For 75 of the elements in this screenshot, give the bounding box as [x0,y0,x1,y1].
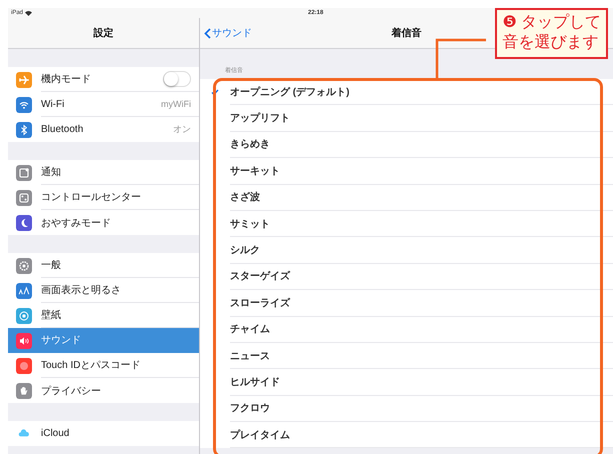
airplane-icon [16,72,32,88]
settings-item[interactable]: 機内モード [8,67,199,92]
ringtone-name: プレイタイム [230,428,290,442]
ringtone-item[interactable]: スローライズ [200,290,613,317]
wifi-icon [16,96,32,112]
ringtone-item[interactable]: アップリフト [200,105,613,132]
nav-title: 着信音 [392,26,422,40]
ringtone-item[interactable]: サミット [200,210,613,238]
ringtone-name: スローライズ [230,296,290,310]
settings-label: 壁紙 [41,308,62,322]
moon-icon [16,214,32,230]
nav-title: 設定 [94,26,114,40]
settings-label: Bluetooth [41,124,84,135]
fingerprint-icon [16,358,32,374]
callout-text: 音を選びます [502,33,600,53]
settings-item[interactable]: プライバシー [8,378,199,403]
ringtone-item[interactable]: さざ波 [200,184,613,211]
text-size-icon [16,282,32,298]
settings-label: 通知 [41,166,62,179]
ringtone-name: サーキット [230,164,280,178]
toggle-switch[interactable] [163,71,191,87]
ringtone-item[interactable]: ニュース [200,342,613,370]
settings-label: おやすみモード [41,216,112,230]
ringtone-name: スターゲイズ [230,270,290,284]
ringtone-name: オープニング (デフォルト) [230,85,350,99]
ringtone-item[interactable]: チャイム [200,316,613,343]
wifi-icon [25,10,32,16]
settings-label: 機内モード [41,72,92,86]
ringtone-item[interactable]: オープニング (デフォルト) [200,79,613,106]
settings-label: プライバシー [41,384,102,398]
settings-label: コントロールセンター [41,191,142,204]
notification-icon [16,164,32,180]
settings-item[interactable]: 画面表示と明るさ [8,278,199,303]
ringtone-name: きらめき [230,138,270,152]
settings-label: Wi-Fi [41,98,66,110]
settings-label: 画面表示と明るさ [41,284,122,297]
speaker-icon [16,332,32,348]
ringtone-item[interactable]: サーキット [200,158,613,185]
settings-item[interactable]: 通知 [8,160,199,185]
ringtone-name: フクロウ [230,402,270,416]
settings-label: 一般 [41,259,62,272]
ringtone-item[interactable]: ヒルサイド [200,369,613,396]
settings-label: iCloud [41,428,70,439]
ringtone-name: サミット [230,218,270,231]
setting-value: myWiFi [161,99,191,109]
chevron-icon [204,28,211,38]
settings-item[interactable]: Bluetooth オン [8,117,199,142]
settings-label: Touch IDとパスコード [41,359,142,372]
settings-item[interactable]: iCloud [8,421,199,446]
bluetooth-icon [16,122,32,138]
ringtone-name: チャイム [230,323,270,336]
settings-label: サウンド [41,334,82,347]
ringtone-item[interactable]: フクロウ [200,396,613,422]
ringtone-item[interactable]: スターゲイズ [200,264,613,290]
callout-text: ❺ タップして [502,13,601,33]
settings-item[interactable]: Wi-Fi myWiFi [8,92,199,117]
gear-icon [16,258,32,274]
setting-value: オン [173,123,191,136]
flower-icon [16,308,32,324]
ringtone-name: シルク [230,244,260,258]
settings-item[interactable]: コントロールセンター [8,185,199,210]
control-center-icon [16,190,32,206]
settings-item[interactable]: Touch IDとパスコード [8,353,199,378]
ringtone-item[interactable]: プレイタイム [200,422,613,448]
hand-icon [16,382,32,398]
settings-item[interactable]: 一般 [8,253,199,278]
settings-item[interactable]: おやすみモード [8,210,199,235]
ringtone-name: さざ波 [230,190,260,204]
ringtone-name: アップリフト [230,111,290,126]
back-button[interactable]: サウンド [204,26,252,40]
ringtone-name: ニュース [230,350,270,363]
ringtone-name: ヒルサイド [230,376,280,389]
leader-line [436,38,486,80]
ringtone-item[interactable]: シルク [200,237,613,264]
ringtone-item[interactable]: きらめき [200,132,613,158]
